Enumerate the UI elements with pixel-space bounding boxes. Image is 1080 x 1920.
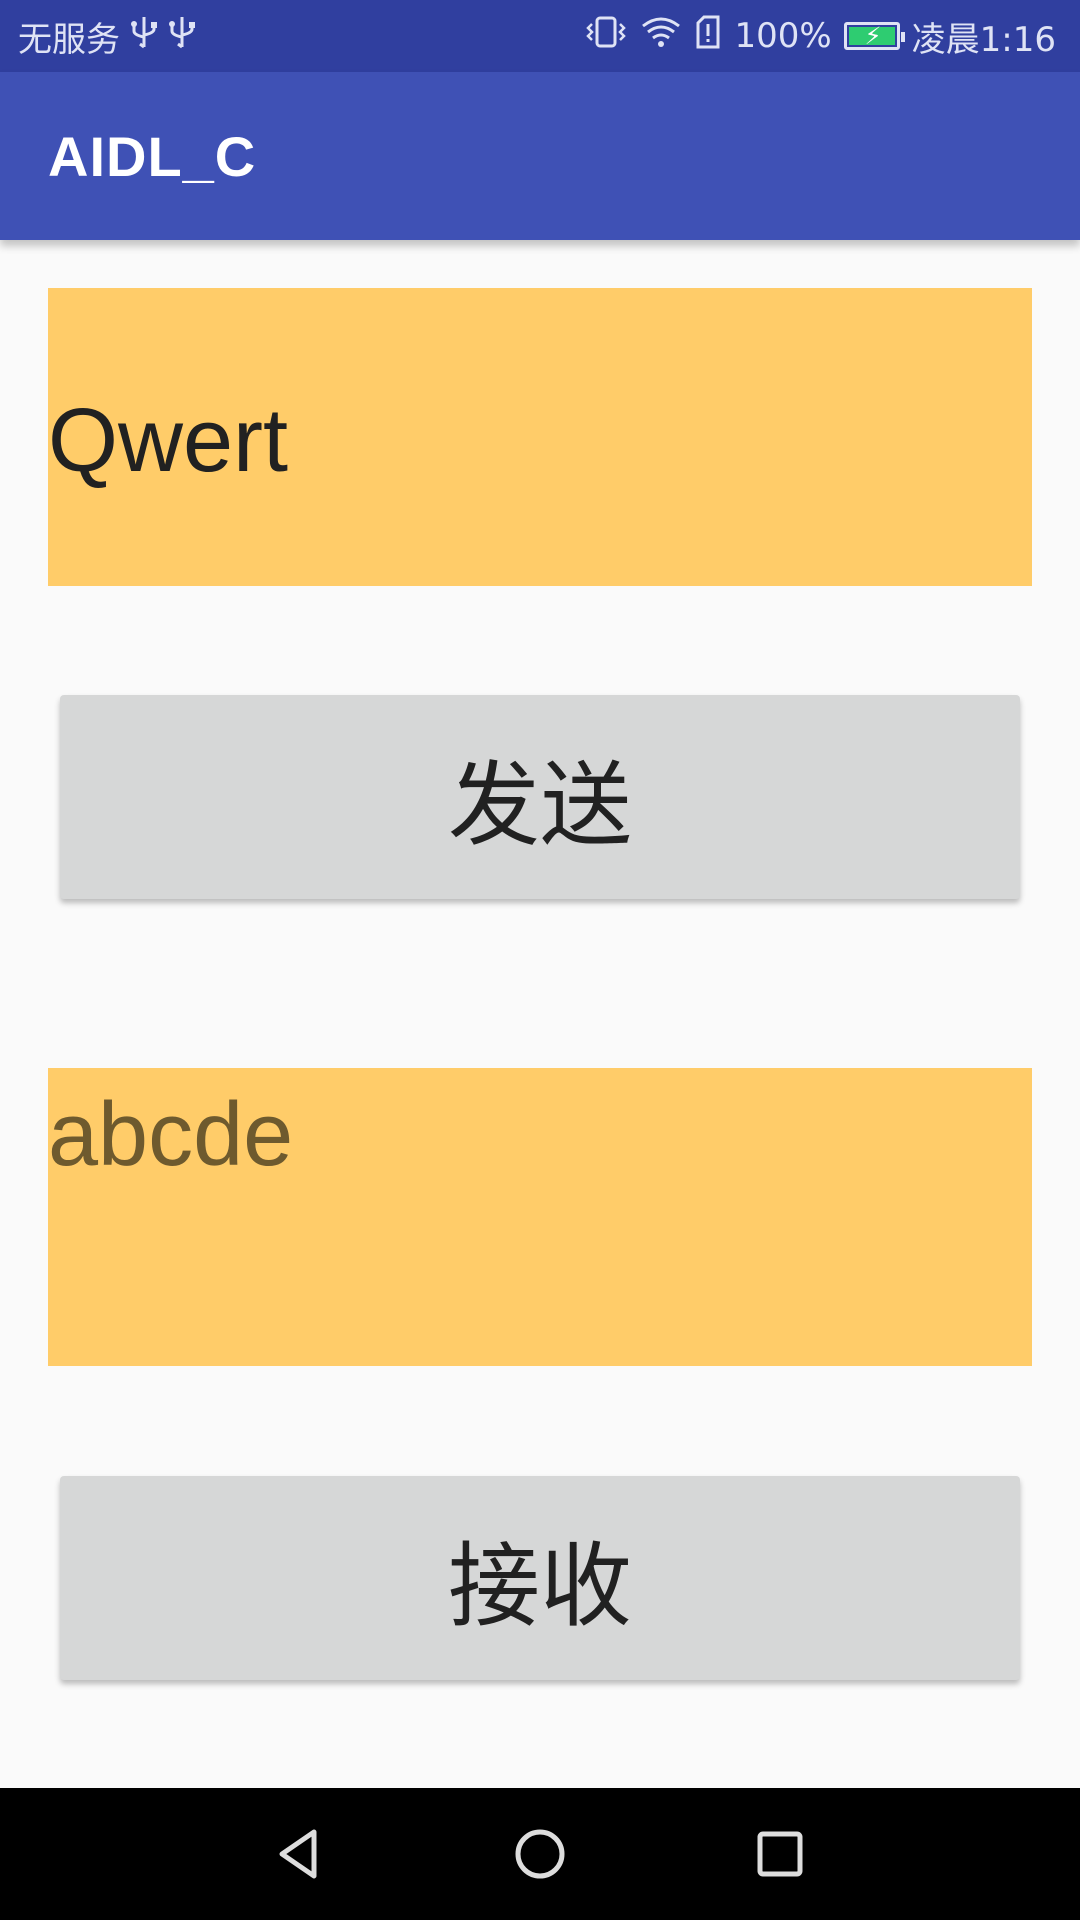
recents-icon[interactable] (735, 1809, 825, 1899)
app-bar: AIDL_C (0, 72, 1080, 240)
output-text-panel: abcde (48, 1068, 1032, 1366)
wifi-icon (640, 14, 682, 59)
receive-button[interactable]: 接收 (60, 1476, 1020, 1680)
usb-icon (130, 15, 158, 57)
send-button[interactable]: 发送 (60, 695, 1020, 899)
clock-text: 凌晨1:16 (911, 19, 1056, 60)
battery-percent: 100% (734, 16, 832, 56)
app-title: AIDL_C (48, 124, 257, 188)
status-left: 无服务 (18, 12, 196, 61)
output-text: abcde (48, 1085, 294, 1185)
sim-alert-icon (694, 14, 722, 59)
navigation-bar (0, 1788, 1080, 1920)
status-right: 100% ⚡ 凌晨1:16 (584, 12, 1056, 61)
input-text-panel[interactable]: Qwert (48, 288, 1032, 586)
bolt-icon: ⚡ (864, 22, 882, 50)
usb-icon (168, 15, 196, 57)
battery-charging-icon: ⚡ (843, 22, 905, 50)
back-icon[interactable] (255, 1809, 345, 1899)
input-text: Qwert (48, 390, 289, 491)
status-bar: 无服务 100% ⚡ 凌晨1:16 (0, 0, 1080, 72)
home-icon[interactable] (495, 1809, 585, 1899)
vibrate-icon (584, 14, 628, 59)
carrier-text: 无服务 (18, 19, 120, 60)
